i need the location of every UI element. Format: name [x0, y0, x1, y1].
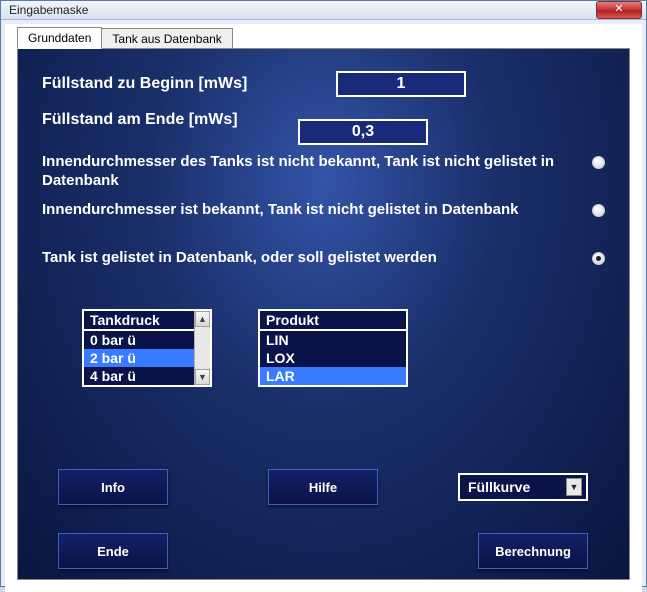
hilfe-button[interactable]: Hilfe — [268, 469, 378, 505]
listbox-tankdruck-item[interactable]: 0 bar ü — [84, 331, 210, 349]
scroll-down-icon[interactable]: ▼ — [195, 369, 210, 385]
listbox-produkt-item[interactable]: LAR — [260, 367, 406, 385]
listbox-tankdruck-item[interactable]: 4 bar ü — [84, 367, 210, 385]
label-fuellstand-begin: Füllstand zu Beginn [mWs] — [42, 75, 247, 93]
client-area: Grunddaten Tank aus Datenbank Füllstand … — [5, 24, 642, 592]
radio-label-3: Tank ist gelistet in Datenbank, oder sol… — [42, 249, 592, 268]
scrollbar[interactable]: ▲ ▼ — [194, 311, 210, 385]
tabpage-grunddaten: Füllstand zu Beginn [mWs] Füllstand am E… — [17, 48, 630, 580]
combo-fuellkurve[interactable]: Füllkurve ▼ — [458, 473, 588, 501]
tabstrip: Grunddaten Tank aus Datenbank — [5, 24, 642, 48]
radio-option-2[interactable] — [592, 204, 605, 217]
listbox-produkt-item[interactable]: LOX — [260, 349, 406, 367]
close-button[interactable]: ✕ — [596, 1, 642, 19]
radio-option-3[interactable] — [592, 252, 605, 265]
titlebar: Eingabemaske ✕ — [1, 1, 646, 20]
ende-button[interactable]: Ende — [58, 533, 168, 569]
radio-option-1[interactable] — [592, 156, 605, 169]
info-button[interactable]: Info — [58, 469, 168, 505]
listbox-tankdruck-item[interactable]: 2 bar ü — [84, 349, 210, 367]
input-fuellstand-end[interactable] — [298, 119, 428, 145]
tab-tank-aus-datenbank[interactable]: Tank aus Datenbank — [102, 28, 232, 49]
window-title: Eingabemaske — [9, 3, 88, 17]
window: Eingabemaske ✕ Grunddaten Tank aus Daten… — [0, 0, 647, 587]
listbox-produkt-header: Produkt — [260, 311, 406, 331]
listbox-produkt-item[interactable]: LIN — [260, 331, 406, 349]
tab-grunddaten[interactable]: Grunddaten — [17, 27, 102, 49]
berechnung-button[interactable]: Berechnung — [478, 533, 588, 569]
chevron-down-icon[interactable]: ▼ — [566, 478, 582, 496]
listbox-tankdruck-header: Tankdruck — [84, 311, 210, 331]
scroll-up-icon[interactable]: ▲ — [195, 311, 210, 327]
listbox-produkt[interactable]: Produkt LIN LOX LAR — [258, 309, 408, 387]
radio-label-1: Innendurchmesser des Tanks ist nicht bek… — [42, 153, 592, 191]
listbox-tankdruck[interactable]: Tankdruck 0 bar ü 2 bar ü 4 bar ü ▲ ▼ — [82, 309, 212, 387]
combo-label: Füllkurve — [468, 479, 530, 495]
input-fuellstand-begin[interactable] — [336, 71, 466, 97]
radio-label-2: Innendurchmesser ist bekannt, Tank ist n… — [42, 201, 592, 220]
label-fuellstand-end: Füllstand am Ende [mWs] — [42, 111, 238, 129]
